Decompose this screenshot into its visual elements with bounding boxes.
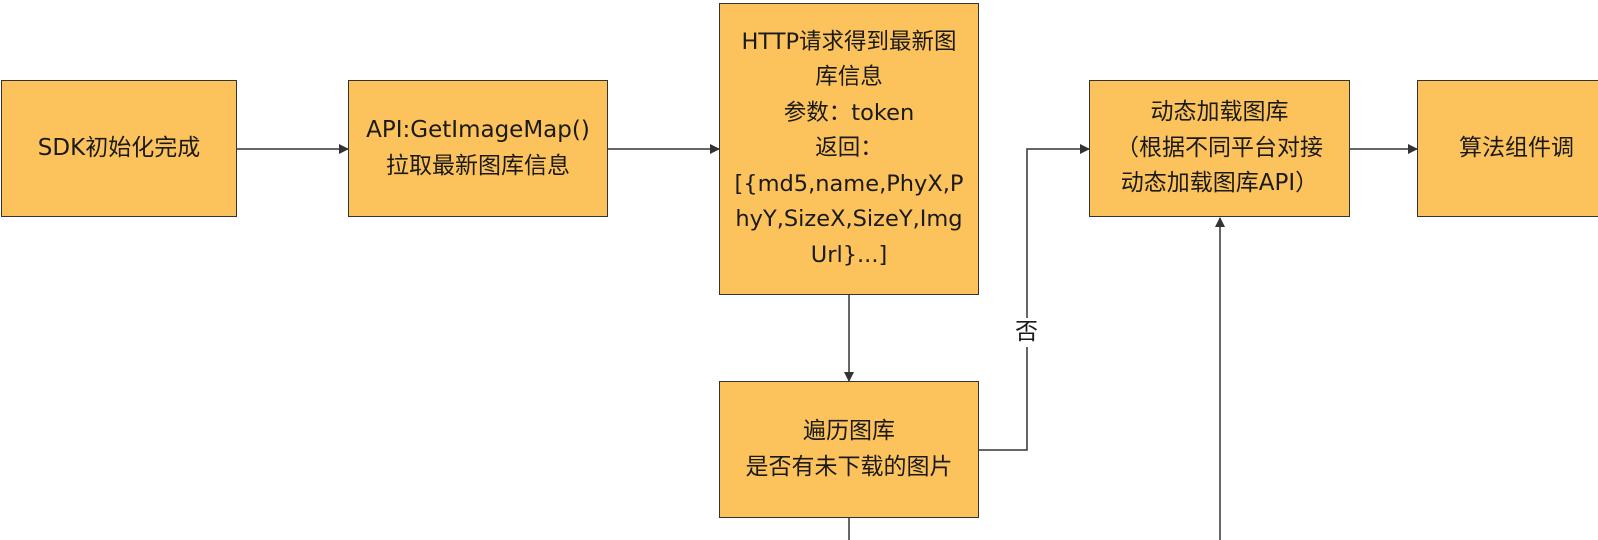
node-text-line: 动态加载图库API） bbox=[1120, 170, 1319, 197]
node-text-line: （根据不同平台对接 bbox=[1116, 134, 1323, 161]
node-api-get-image-map: API:GetImageMap() 拉取最新图库信息 bbox=[348, 80, 608, 217]
node-algorithm-component: 算法组件调 bbox=[1417, 80, 1598, 217]
edge-iterate-to-dynamic-load bbox=[979, 144, 1090, 451]
node-text-line: 库信息 bbox=[815, 64, 883, 91]
node-text-line: 动态加载图库 bbox=[1150, 99, 1289, 126]
node-text-line: HTTP请求得到最新图 bbox=[741, 28, 957, 55]
node-text-line: 拉取最新图库信息 bbox=[386, 152, 570, 179]
node-text-line: SDK初始化完成 bbox=[37, 134, 201, 161]
node-text-line: 参数：token bbox=[783, 99, 915, 126]
node-text-line: [{md5,name,PhyX,P bbox=[734, 170, 964, 197]
node-text-line: Url}...] bbox=[810, 241, 888, 268]
node-text-line: hyY,SizeX,SizeY,Img bbox=[735, 206, 963, 233]
node-text-line: 算法组件调 bbox=[1459, 134, 1574, 161]
node-text-line: 遍历图库 bbox=[803, 417, 895, 444]
node-iterate-gallery: 遍历图库是否有未下载的图片 bbox=[719, 381, 979, 518]
edge-label-no: 否 bbox=[1015, 318, 1038, 347]
node-sdk-init: SDK初始化完成 bbox=[1, 80, 237, 217]
node-text-line: 是否有未下载的图片 bbox=[745, 453, 953, 480]
node-text-line: API:GetImageMap() bbox=[366, 116, 590, 143]
node-dynamic-load: 动态加载图库 （根据不同平台对接 动态加载图库API） bbox=[1089, 80, 1350, 217]
node-text-line: 返回： bbox=[815, 135, 883, 162]
node-http-request: HTTP请求得到最新图 库信息参数：token 返回： [{md5,name,PhyX… bbox=[719, 3, 979, 295]
